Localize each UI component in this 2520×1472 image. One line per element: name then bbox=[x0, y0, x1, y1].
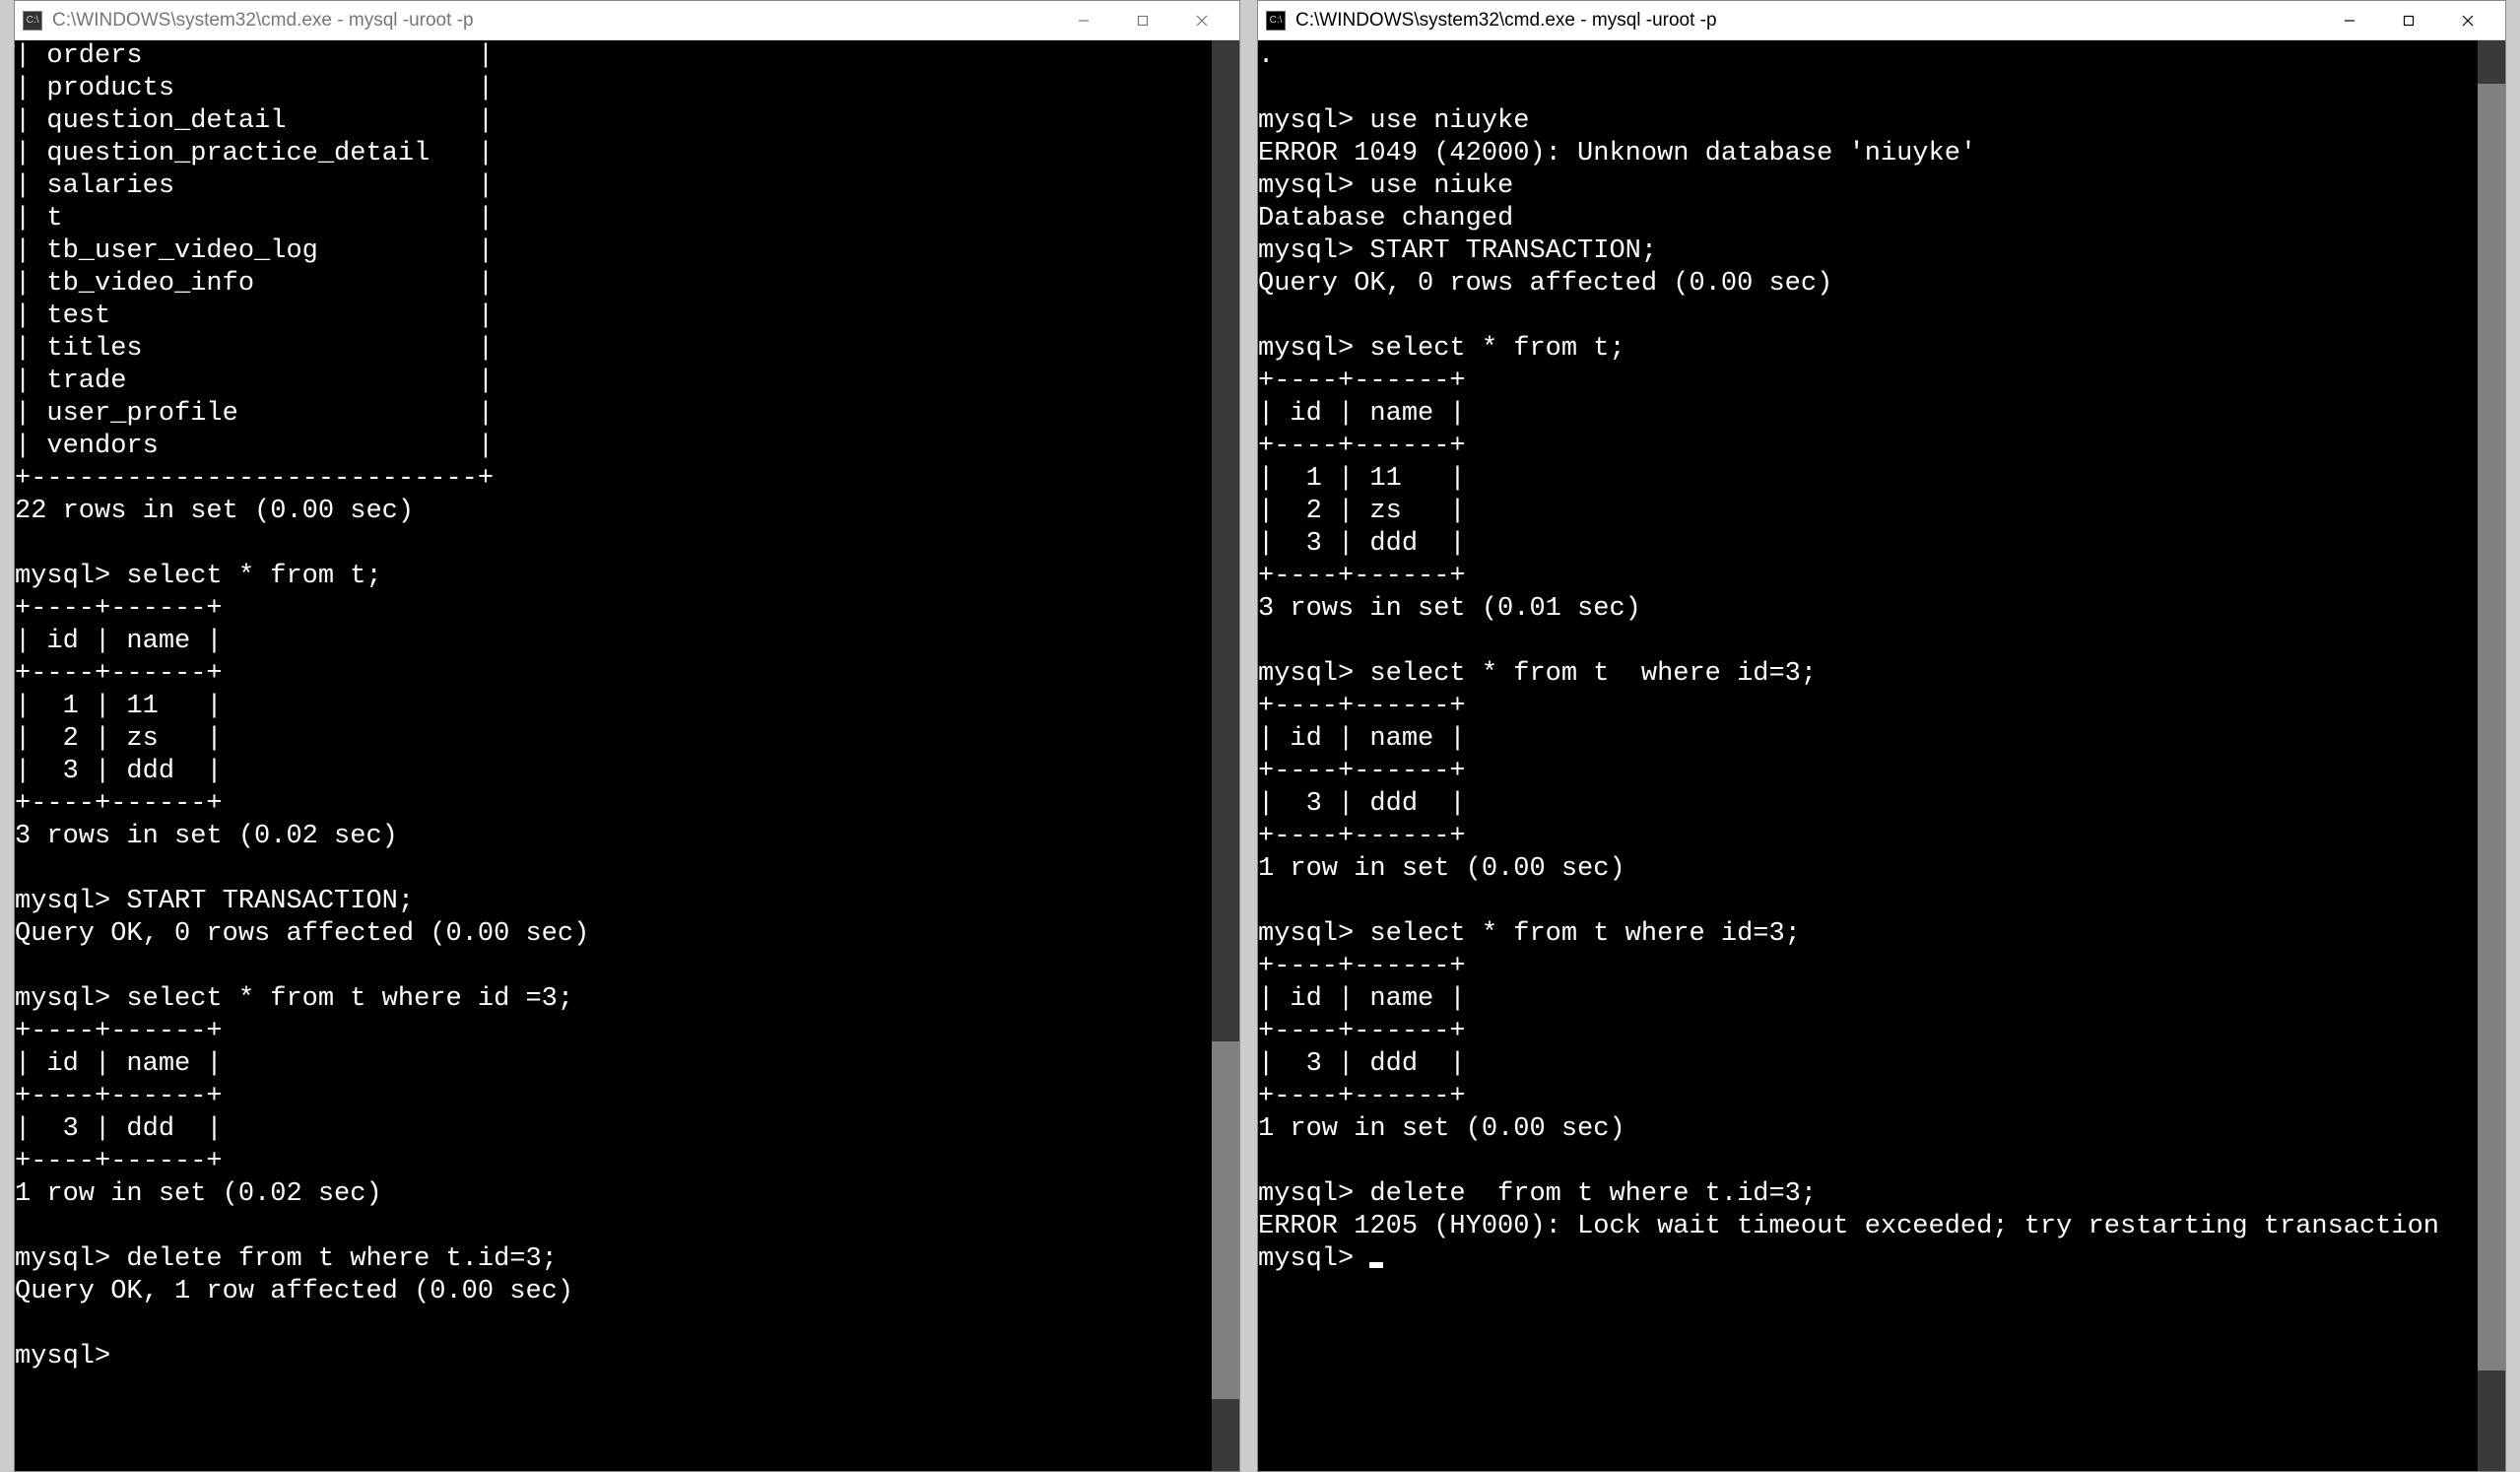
terminal-output-left: | orders | | products | | question_detai… bbox=[15, 40, 1212, 1471]
titlebar-right[interactable]: C:\ C:\WINDOWS\system32\cmd.exe - mysql … bbox=[1258, 1, 2505, 40]
scrollbar-right-window[interactable] bbox=[2478, 40, 2505, 1471]
cmd-icon: C:\ bbox=[1266, 11, 1286, 31]
minimize-button[interactable] bbox=[1054, 1, 1113, 40]
scrollbar-left-window[interactable] bbox=[1212, 40, 1239, 1471]
titlebar-left[interactable]: C:\ C:\WINDOWS\system32\cmd.exe - mysql … bbox=[15, 1, 1239, 40]
terminal-window-left: C:\ C:\WINDOWS\system32\cmd.exe - mysql … bbox=[14, 0, 1240, 1472]
window-title-right: C:\WINDOWS\system32\cmd.exe - mysql -uro… bbox=[1295, 10, 2320, 32]
terminal-window-right: C:\ C:\WINDOWS\system32\cmd.exe - mysql … bbox=[1257, 0, 2506, 1472]
close-button[interactable] bbox=[2438, 1, 2497, 40]
terminal-body-right[interactable]: . mysql> use niuyke ERROR 1049 (42000): … bbox=[1258, 40, 2505, 1471]
window-title-left: C:\WINDOWS\system32\cmd.exe - mysql -uro… bbox=[52, 10, 1054, 32]
terminal-output-right: . mysql> use niuyke ERROR 1049 (42000): … bbox=[1258, 40, 2478, 1471]
cmd-icon: C:\ bbox=[23, 11, 42, 31]
cursor-icon bbox=[1369, 1262, 1383, 1268]
scrollbar-thumb[interactable] bbox=[2478, 84, 2505, 1372]
window-controls-left bbox=[1054, 1, 1231, 40]
terminal-body-left[interactable]: | orders | | products | | question_detai… bbox=[15, 40, 1239, 1471]
close-button[interactable] bbox=[1172, 1, 1231, 40]
minimize-button[interactable] bbox=[2320, 1, 2379, 40]
maximize-button[interactable] bbox=[2379, 1, 2438, 40]
window-controls-right bbox=[2320, 1, 2497, 40]
maximize-button[interactable] bbox=[1113, 1, 1172, 40]
scrollbar-thumb[interactable] bbox=[1212, 1041, 1239, 1399]
